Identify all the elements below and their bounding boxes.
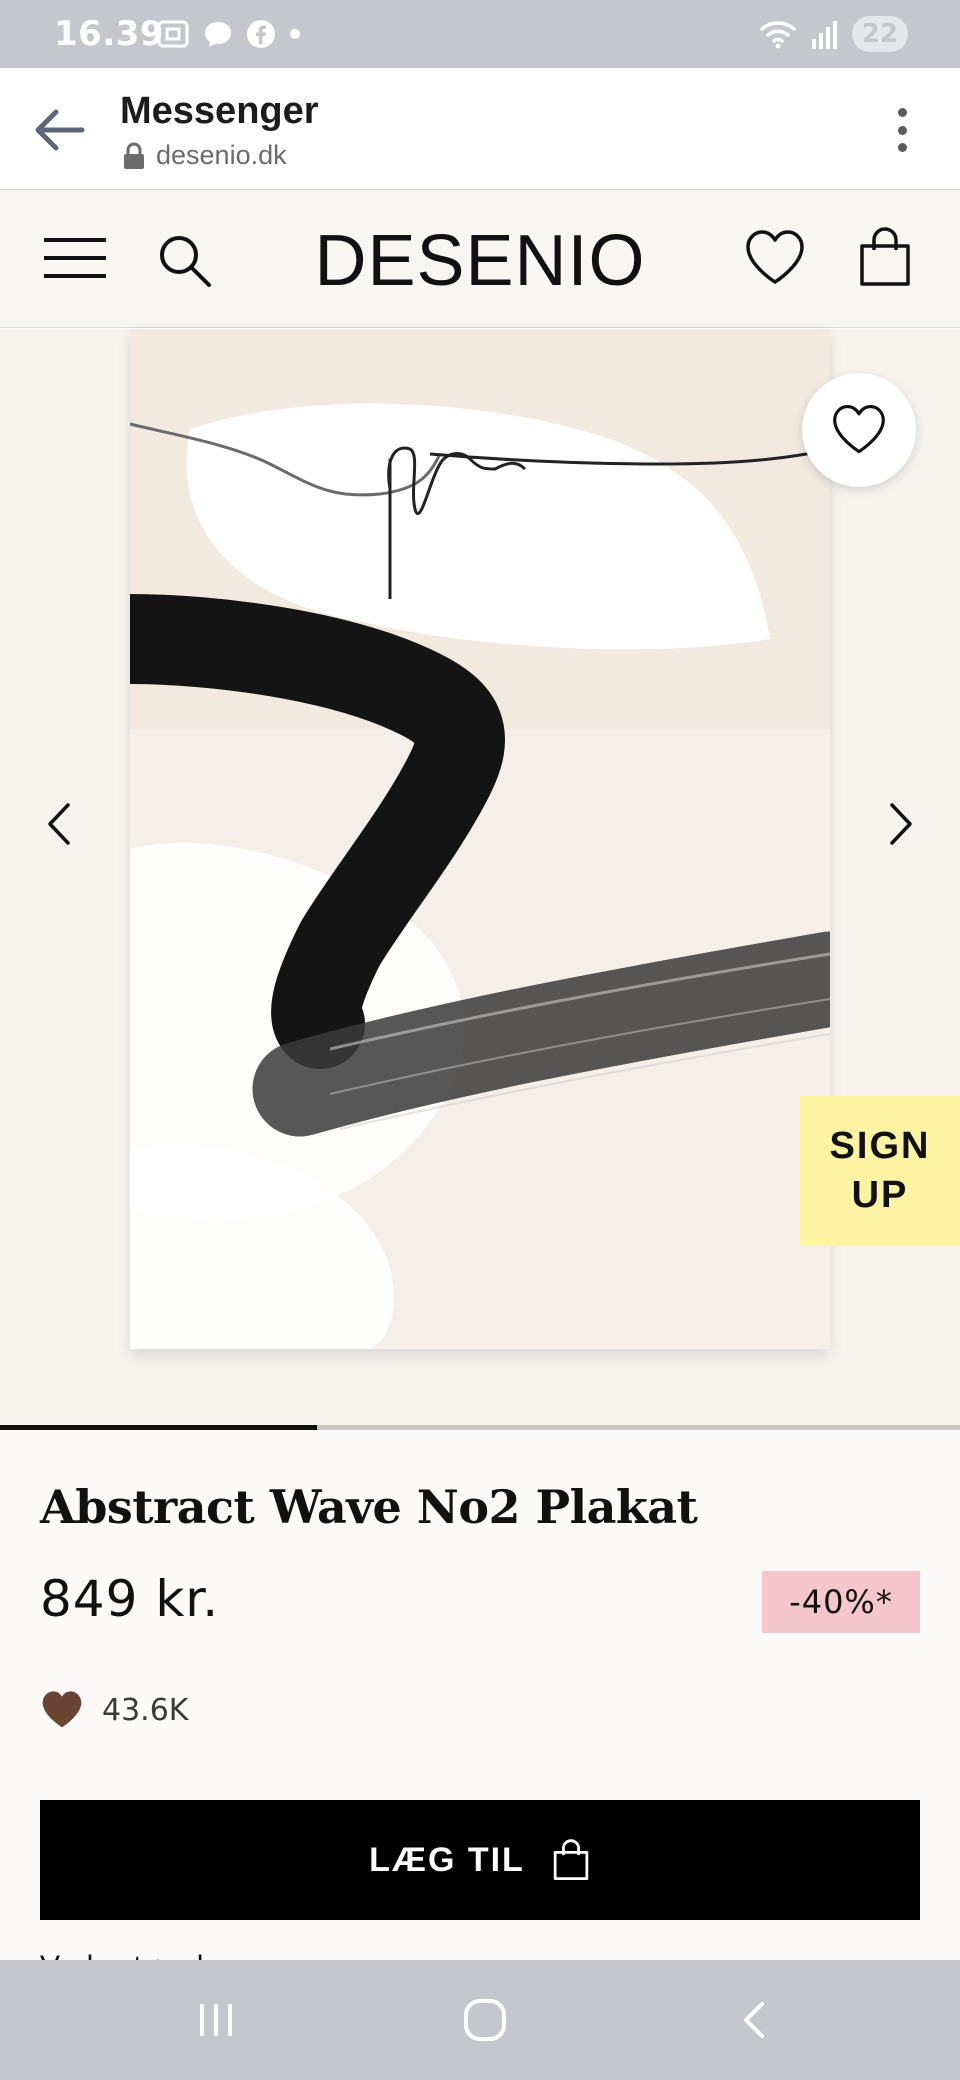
product-price: 849 kr. [40,1570,220,1628]
heart-outline-icon[interactable] [744,228,806,288]
signup-label-line1: SIGN [829,1124,931,1167]
back-nav-button[interactable] [724,1990,784,2050]
signup-tab[interactable]: SIGN UP [800,1096,960,1246]
page: 16.39 22 Messenger desenio.dk DESENIO SI… [0,0,960,2080]
shopping-bag-icon[interactable] [856,226,914,288]
discount-badge: -40%* [762,1571,920,1633]
shopping-bag-icon [553,1839,589,1880]
heart-filled-icon [42,1691,82,1728]
screenshot-icon [157,20,189,48]
product-gallery: SIGN UP [0,329,960,1430]
browser-url: desenio.dk [156,140,287,170]
notification-icons [156,16,302,52]
add-to-cart-button[interactable]: LÆG TIL [40,1800,920,1920]
likes-count: 43.6K [102,1692,189,1728]
signup-label-line2: UP [851,1174,909,1216]
browser-bar: Messenger desenio.dk [0,68,960,190]
product-title: Abstract Wave No2 Plakat [40,1480,698,1534]
status-bar: 16.39 22 [0,0,960,68]
lock-icon [124,142,144,169]
back-button[interactable] [28,102,88,158]
status-time: 16.39 [54,14,165,54]
chat-bubble-icon [205,22,231,47]
chevron-left-icon[interactable] [40,799,80,849]
recent-apps-icon [200,2004,232,2036]
android-nav-bar [0,1960,960,2080]
kebab-dot [897,143,907,152]
more-options-button[interactable] [892,102,912,158]
recent-apps-button[interactable] [186,1990,246,2050]
system-icons: 22 [758,14,908,54]
kebab-icon [897,108,907,117]
abstract-artwork [130,329,830,1349]
site-logo[interactable]: DESENIO [0,220,960,302]
home-icon [464,1999,506,2041]
likes[interactable]: 43.6K [40,1690,188,1730]
dot-icon [290,29,300,39]
site-header: DESENIO [0,190,960,328]
facebook-icon [247,20,275,48]
signal-icon [812,21,837,49]
home-button[interactable] [455,1990,515,2050]
kebab-dot [897,125,907,135]
favorite-button[interactable] [802,373,916,487]
arrow-left-icon [35,109,85,151]
heart-outline-icon [833,405,885,454]
product-info: Abstract Wave No2 Plakat 849 kr. -40%* 4… [0,1430,960,1983]
battery-indicator: 22 [852,16,908,52]
back-nav-icon [744,2002,764,2038]
wifi-icon [760,21,796,49]
add-to-cart-label: LÆG TIL [369,1840,525,1879]
product-image[interactable] [130,329,830,1349]
browser-title: Messenger [120,90,319,132]
chevron-right-icon[interactable] [880,799,920,849]
